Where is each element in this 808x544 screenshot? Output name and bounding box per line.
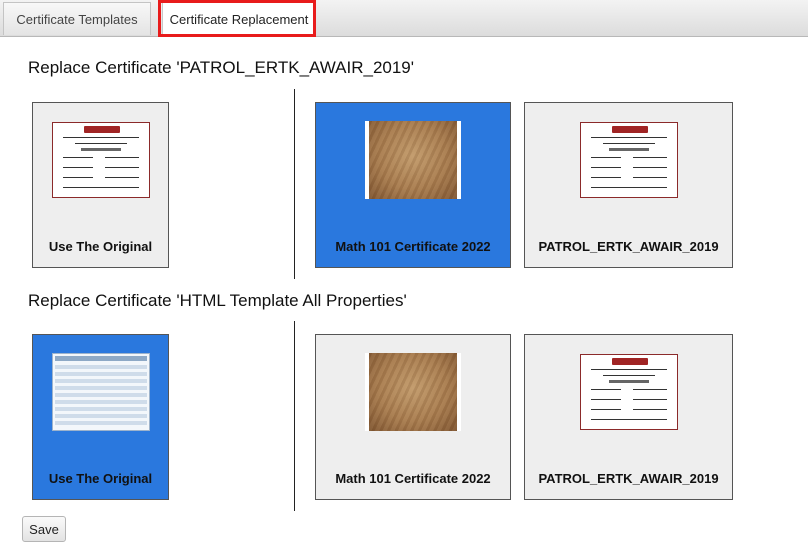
card-label: Math 101 Certificate 2022 xyxy=(335,239,491,254)
html-table-icon xyxy=(51,353,150,431)
option-card-patrol-1[interactable]: PATROL_ERTK_AWAIR_2019 xyxy=(524,102,733,268)
option-card-patrol-2[interactable]: PATROL_ERTK_AWAIR_2019 xyxy=(524,334,733,500)
save-button[interactable]: Save xyxy=(22,516,66,542)
card-label: PATROL_ERTK_AWAIR_2019 xyxy=(538,471,719,486)
parchment-icon xyxy=(365,121,461,199)
vertical-divider xyxy=(294,321,295,511)
section-title-1: Replace Certificate 'PATROL_ERTK_AWAIR_2… xyxy=(28,58,415,77)
use-original-card-1[interactable]: Use The Original xyxy=(32,102,169,268)
tab-certificate-templates[interactable]: Certificate Templates xyxy=(3,2,151,35)
card-label: Use The Original xyxy=(48,239,153,254)
card-label: Use The Original xyxy=(48,471,153,486)
option-card-math-101-1[interactable]: Math 101 Certificate 2022 xyxy=(315,102,511,268)
certificate-icon xyxy=(579,354,678,430)
section-title-2: Replace Certificate 'HTML Template All P… xyxy=(28,291,407,310)
tab-bar: Certificate Templates Certificate Replac… xyxy=(0,0,808,37)
card-label: PATROL_ERTK_AWAIR_2019 xyxy=(538,239,719,254)
option-card-math-101-2[interactable]: Math 101 Certificate 2022 xyxy=(315,334,511,500)
vertical-divider xyxy=(294,89,295,279)
certificate-icon xyxy=(51,122,150,198)
use-original-card-2[interactable]: Use The Original xyxy=(32,334,169,500)
certificate-icon xyxy=(579,122,678,198)
card-label: Math 101 Certificate 2022 xyxy=(335,471,491,486)
tab-certificate-replacement[interactable]: Certificate Replacement xyxy=(162,2,316,36)
parchment-icon xyxy=(365,353,461,431)
